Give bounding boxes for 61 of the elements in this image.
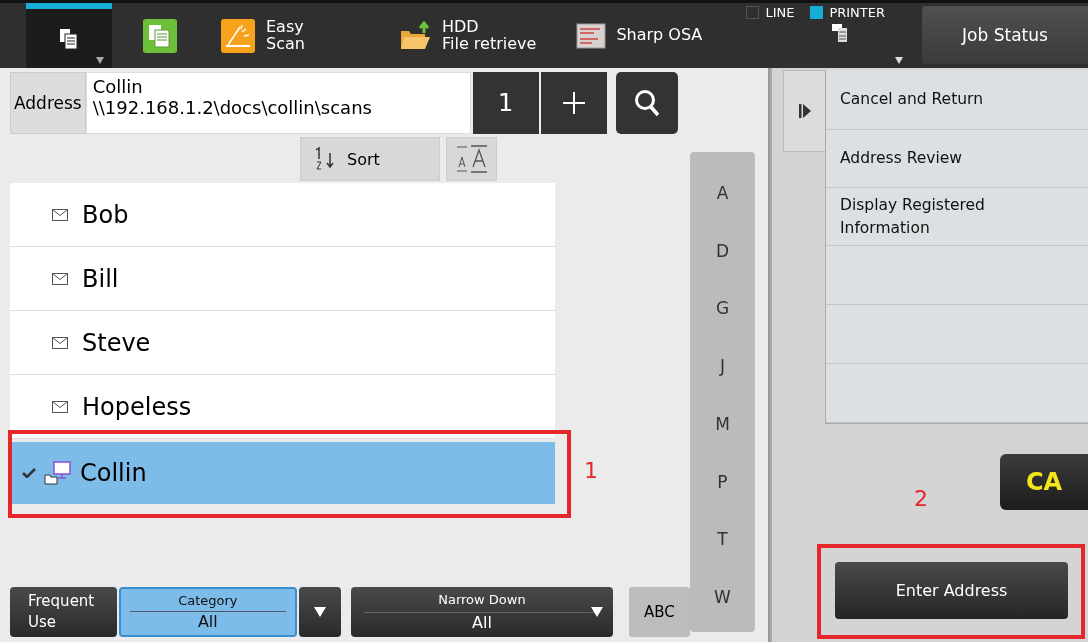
font-size-button[interactable]: [446, 137, 497, 181]
index-letter[interactable]: W: [704, 583, 741, 612]
copy-icon: [142, 17, 178, 54]
clear-all-button[interactable]: CA: [1000, 454, 1088, 510]
address-field[interactable]: Collin \\192.168.1.2\docs\collin\scans: [85, 72, 471, 134]
indicator-label: LINE: [765, 5, 795, 20]
index-letter[interactable]: M: [705, 409, 740, 438]
collapse-arrow-icon: [798, 104, 811, 118]
search-icon: [633, 89, 660, 117]
address-label: Address: [10, 72, 86, 134]
dropdown-caret-icon: [895, 57, 904, 64]
text-size-icon: [455, 145, 488, 173]
mode-tab[interactable]: HDD File retrieve: [390, 3, 547, 68]
address-entry[interactable]: Steve: [10, 311, 555, 375]
job-status-button[interactable]: Job Status: [922, 6, 1088, 64]
filter-button[interactable]: Narrow Down All: [351, 587, 613, 637]
address-entry[interactable]: Bob: [10, 183, 555, 247]
dropdown-caret-icon: [96, 57, 104, 64]
computer-folder-icon: [44, 461, 72, 485]
indicator-label: PRINTER: [829, 5, 886, 20]
scanner-icon: [220, 17, 256, 54]
add-button[interactable]: [540, 72, 607, 134]
folder-upload-icon: [400, 20, 432, 51]
mode-tab[interactable]: [26, 3, 112, 68]
mode-tab[interactable]: Sharp OSA: [566, 3, 717, 68]
address-entry[interactable]: Hopeless: [10, 375, 555, 439]
annotation-number: 2: [914, 486, 928, 511]
index-letter[interactable]: J: [710, 352, 735, 381]
enter-address-button[interactable]: Enter Address: [835, 562, 1068, 619]
mode-tab[interactable]: Easy Scan: [210, 3, 320, 68]
index-letter[interactable]: D: [705, 236, 740, 265]
envelope-icon: [52, 272, 68, 285]
frequent-use-button[interactable]: Frequent Use: [10, 587, 118, 637]
application-icon: [576, 22, 607, 49]
sort-order-icon: [313, 147, 335, 171]
dropdown-caret-icon: [313, 607, 326, 617]
abc-button[interactable]: ABC: [628, 587, 690, 637]
index-letter[interactable]: G: [705, 294, 740, 323]
dropdown-button[interactable]: [298, 587, 342, 637]
menu-item[interactable]: Address Review: [826, 130, 1088, 188]
index-letter[interactable]: T: [707, 525, 738, 554]
plus-icon: [562, 92, 585, 114]
envelope-icon: [52, 336, 68, 349]
index-letter[interactable]: A: [706, 178, 739, 207]
envelope-icon: [52, 400, 68, 413]
menu-item[interactable]: Display Registered Information: [826, 188, 1088, 246]
filter-button[interactable]: Category All: [119, 587, 297, 637]
documents-icon: [58, 26, 80, 51]
envelope-icon: [52, 208, 68, 221]
printer-icon: [832, 22, 849, 42]
index-letter[interactable]: P: [707, 467, 738, 496]
address-entry[interactable]: Collin: [10, 442, 555, 504]
sort-button[interactable]: Sort: [300, 137, 440, 181]
address-count: 1: [472, 72, 539, 134]
address-entry[interactable]: Bill: [10, 247, 555, 311]
search-button[interactable]: [615, 72, 678, 134]
collapse-tab[interactable]: [783, 70, 825, 152]
annotation-number: 1: [584, 458, 598, 483]
dropdown-caret-icon: [590, 607, 603, 617]
menu-item[interactable]: Cancel and Return: [826, 70, 1088, 130]
checkmark-icon: [22, 468, 36, 478]
